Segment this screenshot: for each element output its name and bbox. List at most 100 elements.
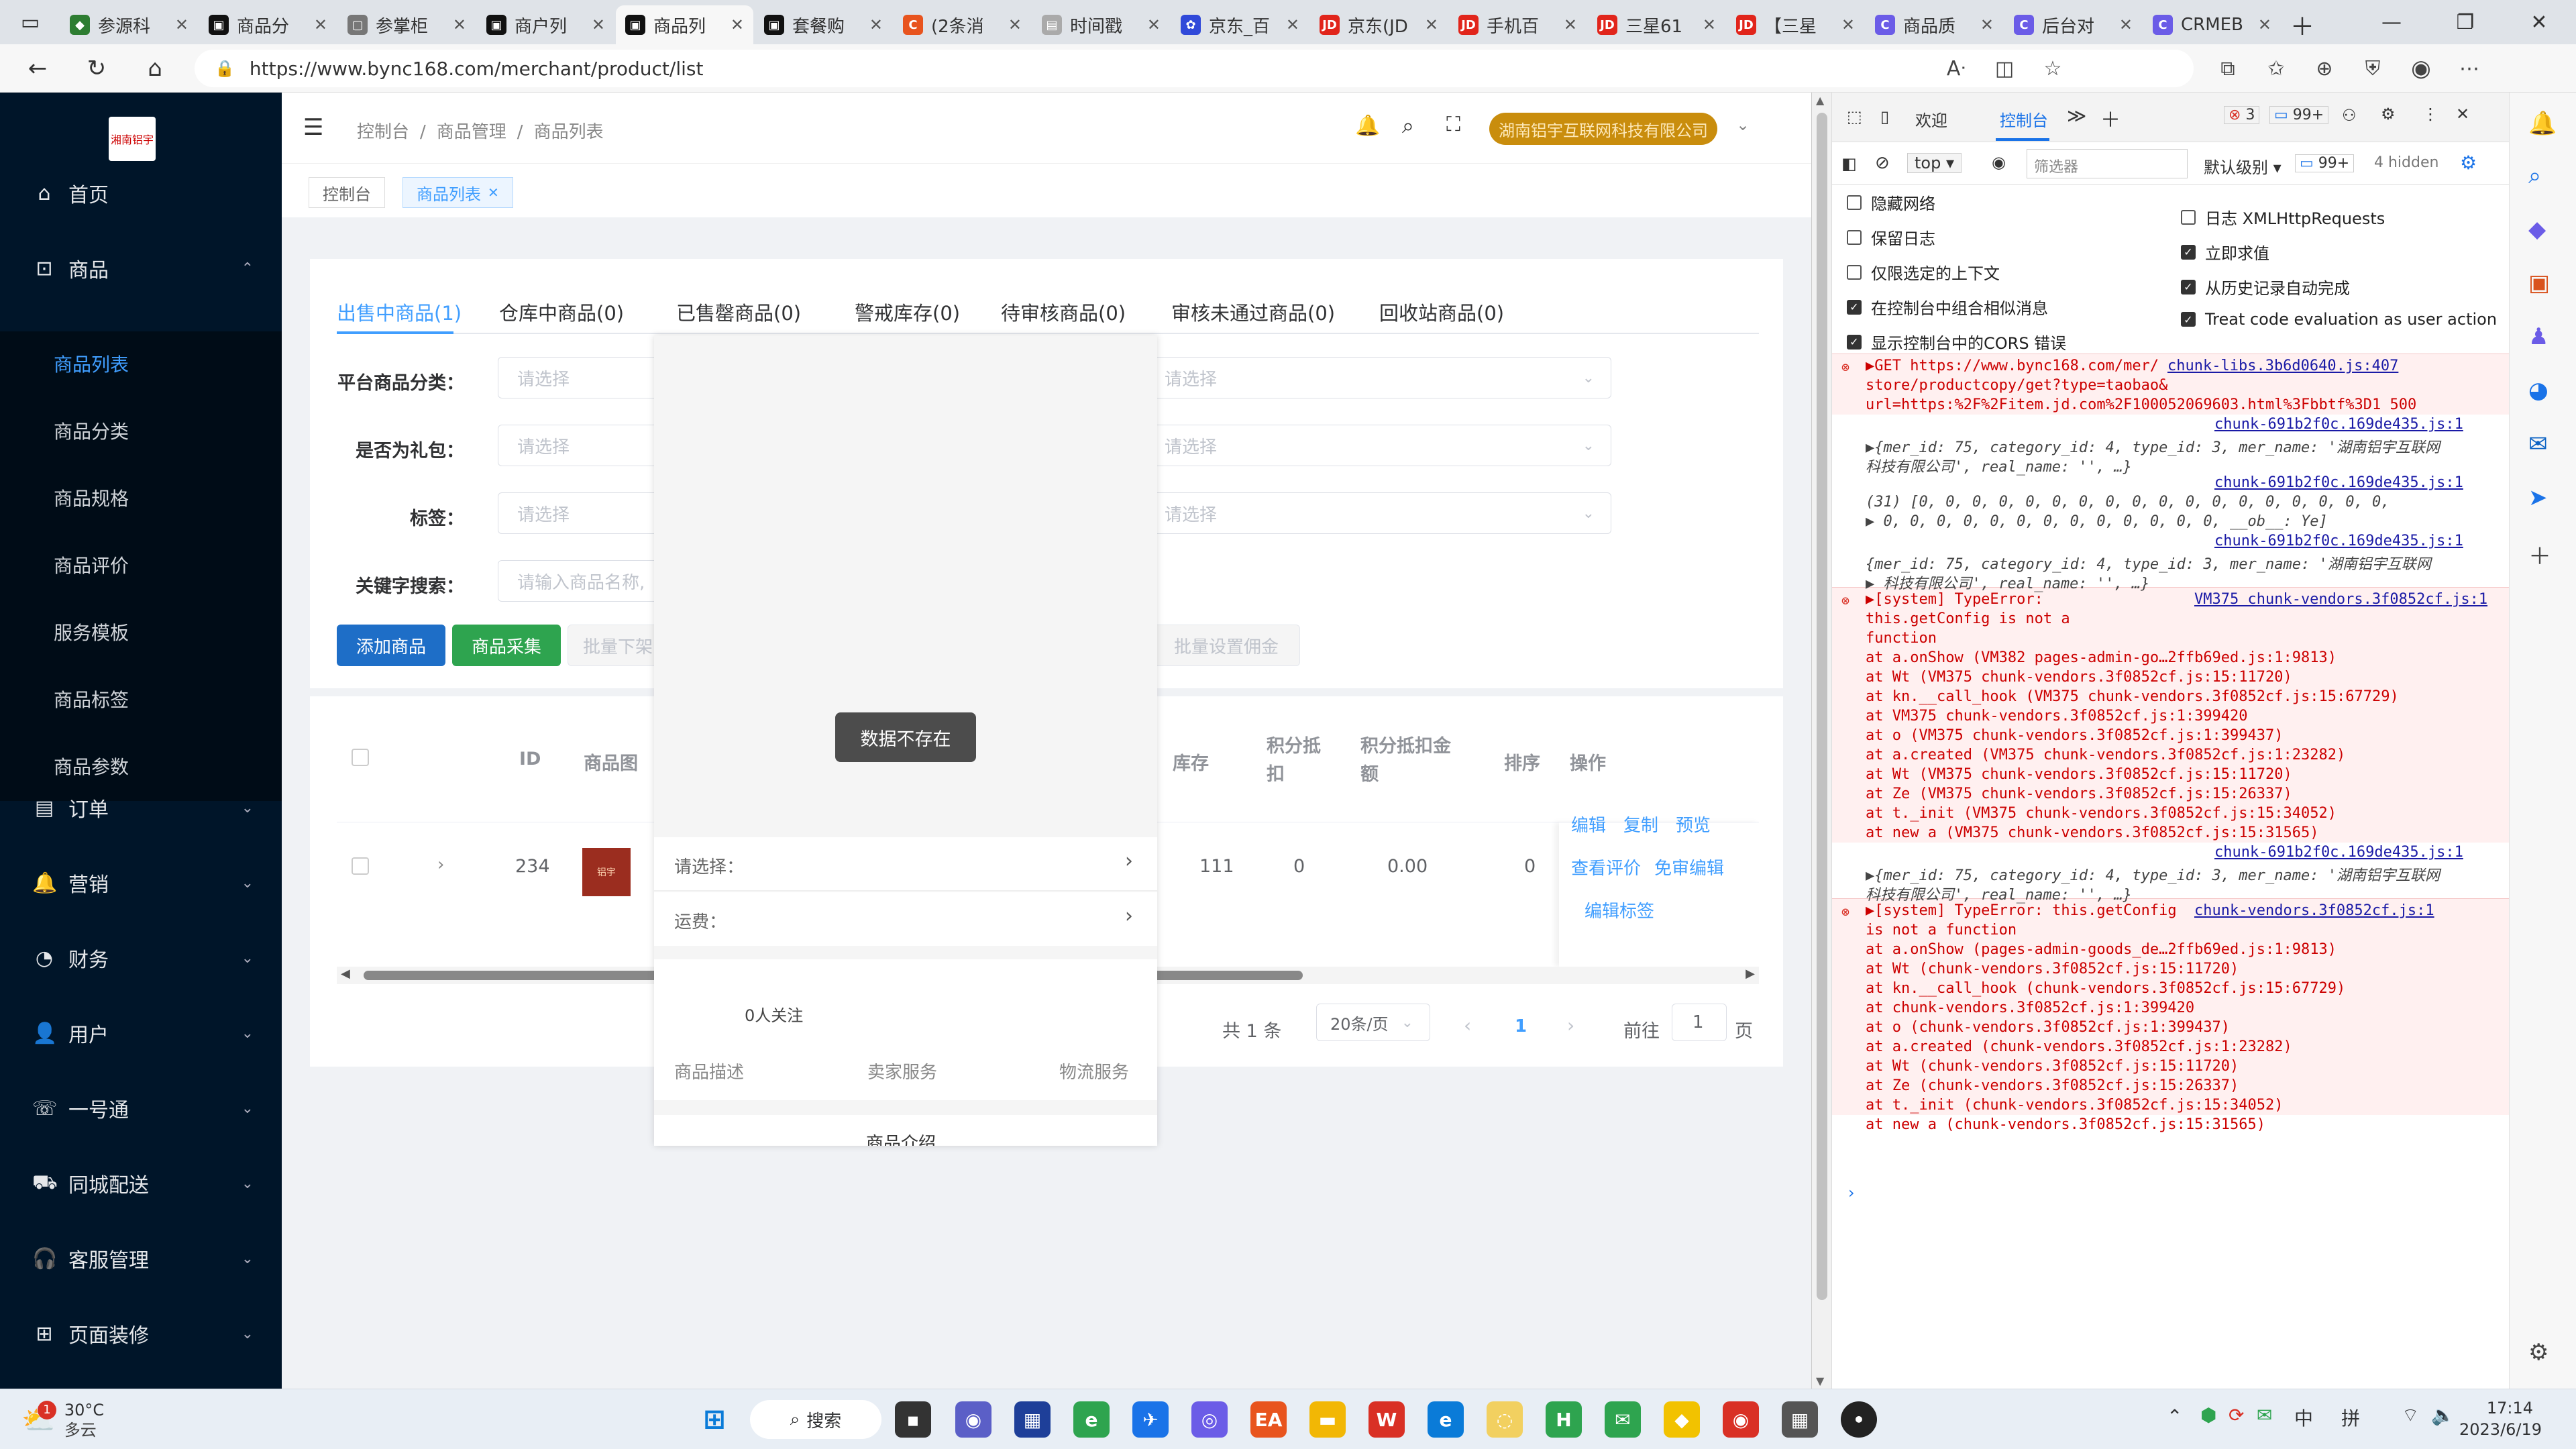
new-tab-icon[interactable]: ＋ — [2282, 5, 2322, 44]
clock[interactable]: 17:14 2023/6/19 — [2459, 1397, 2542, 1440]
product-tab[interactable]: 出售中商品(1) — [337, 298, 462, 326]
page-size-select[interactable]: 20条/页 ⌄ — [1316, 1004, 1430, 1041]
submenu-item[interactable]: 商品规格 — [54, 484, 129, 511]
close-tab-icon[interactable]: ✕ — [1425, 15, 1438, 34]
browser-tab[interactable]: JD 手机百 ✕ — [1449, 5, 1587, 44]
sidebar-item-user[interactable]: 👤 用户 ⌄ — [0, 1005, 282, 1061]
scrollbar-thumb[interactable] — [1817, 113, 1827, 1300]
favorite-star-icon[interactable]: ☆ — [2029, 51, 2077, 86]
checkbox[interactable] — [1847, 264, 1862, 280]
close-devtools-icon[interactable]: ✕ — [2456, 105, 2469, 123]
console-source-link[interactable]: chunk-libs.3b6d0640.js:407 — [2167, 358, 2399, 374]
tray-app-icon[interactable]: ⬢ — [2200, 1404, 2216, 1426]
product-thumbnail[interactable]: 铝宇 — [582, 848, 631, 896]
windows-start-icon[interactable]: ⊞ — [696, 1401, 733, 1438]
send-icon[interactable]: ➤ — [2528, 484, 2548, 511]
weather-widget[interactable]: ⛅ 1 30°C 多云 — [21, 1400, 104, 1440]
feishu-icon[interactable]: ✈ — [1132, 1401, 1169, 1438]
browser-tab[interactable]: JD 京东(JD ✕ — [1310, 5, 1448, 44]
taskbar-search[interactable]: ⌕ 搜索 — [750, 1400, 881, 1439]
collect-product-button[interactable]: 商品采集 — [452, 625, 561, 666]
ime-mode[interactable]: 拼 — [2341, 1404, 2360, 1431]
checkbox[interactable] — [1847, 195, 1862, 210]
console-setting-checkbox[interactable]: ✓ 从历史记录自动完成 — [2181, 275, 2350, 299]
platform-category-select[interactable]: 请选择 — [498, 357, 659, 398]
console-setting-checkbox[interactable]: ✓ 在控制台中组合相似消息 — [1847, 295, 2048, 319]
checkbox[interactable]: ✓ — [2181, 279, 2196, 294]
message-count-badge[interactable]: ▭ 99+ — [2269, 106, 2329, 124]
expand-row-icon[interactable]: › — [437, 855, 444, 875]
tray-sync-icon[interactable]: ⟳ — [2229, 1404, 2244, 1426]
company-badge[interactable]: 湖南铝宇互联网科技有限公司 — [1489, 113, 1717, 145]
sidebar-item-finance[interactable]: ◔ 财务 ⌄ — [0, 930, 282, 986]
prev-page-icon[interactable]: ‹ — [1464, 1014, 1471, 1036]
add-tab-icon[interactable]: ＋ — [2100, 103, 2121, 133]
toolbox-icon[interactable]: ▣ — [2528, 270, 2550, 297]
sidebar-item-product[interactable]: ⊡ 商品 ⌃ — [0, 240, 282, 297]
restore-icon[interactable]: ❐ — [2428, 0, 2502, 44]
checkbox[interactable]: ✓ — [2181, 312, 2196, 327]
hbuilder-icon[interactable]: H — [1546, 1401, 1582, 1438]
sidebar-item-customer-service[interactable]: 🎧 客服管理 ⌄ — [0, 1230, 282, 1287]
console-source-link[interactable]: chunk-691b2f0c.169de435.js:1 — [2214, 416, 2463, 433]
sidebar-item-delivery[interactable]: ⛟ 同城配送 ⌄ — [0, 1155, 282, 1212]
settings-gear-icon[interactable]: ⚙ — [2381, 105, 2396, 123]
console-source-link[interactable]: chunk-vendors.3f0852cf.js:1 — [2194, 902, 2434, 919]
folder-icon[interactable]: ▬ — [1309, 1401, 1346, 1438]
console-source-link[interactable]: VM375 chunk-vendors.3f0852cf.js:1 — [2194, 591, 2488, 608]
tab-logistics[interactable]: 物流服务 — [1059, 1059, 1129, 1083]
store-icon[interactable]: ▦ — [1014, 1401, 1051, 1438]
read-aloud-icon[interactable]: Aᐧ — [1932, 51, 1980, 86]
games-icon[interactable]: ♟ — [2528, 323, 2548, 350]
devtools-tab-welcome[interactable]: 欢迎 — [1915, 107, 1947, 131]
close-tab-icon[interactable]: ✕ — [453, 15, 466, 34]
chat-icon[interactable]: ◉ — [955, 1401, 991, 1438]
sidebar-toggle-icon[interactable]: ◧ — [1841, 154, 1857, 173]
browser-tab[interactable]: ✿ 京东_百 ✕ — [1171, 5, 1309, 44]
close-tab-icon[interactable]: ✕ — [1147, 15, 1161, 34]
product-tab[interactable]: 待审核商品(0) — [1001, 298, 1126, 326]
goto-page-input[interactable]: 1 — [1672, 1004, 1727, 1041]
wifi-icon[interactable]: ⌔ — [2402, 1404, 2419, 1428]
submenu-item[interactable]: 商品列表 — [54, 350, 129, 377]
close-tab-icon[interactable]: ✕ — [314, 15, 327, 34]
error-count-badge[interactable]: ⊗ 3 — [2224, 106, 2260, 124]
free-audit-edit-link[interactable]: 免审编辑 — [1654, 855, 1724, 879]
browser-tab[interactable]: C 商品质 ✕ — [1866, 5, 2003, 44]
bell-icon[interactable]: 🔔 — [2528, 110, 2557, 137]
tag-product-list[interactable]: 商品列表 ✕ — [402, 177, 513, 208]
tor-icon[interactable]: ◎ — [1191, 1401, 1228, 1438]
close-tag-icon[interactable]: ✕ — [488, 184, 499, 201]
edit-link[interactable]: 编辑 — [1571, 812, 1606, 837]
close-tab-icon[interactable]: ✕ — [1564, 15, 1577, 34]
chevron-down-icon[interactable]: ⌄ — [1736, 115, 1750, 134]
tab-seller-service[interactable]: 卖家服务 — [867, 1059, 937, 1083]
batch-commission-button[interactable]: 批量设置佣金 — [1152, 625, 1300, 666]
outlook-icon[interactable]: ✉ — [2528, 431, 2548, 458]
app-icon[interactable]: • — [1841, 1401, 1877, 1438]
close-tab-icon[interactable]: ✕ — [1008, 15, 1022, 34]
product-tab[interactable]: 仓库中商品(0) — [499, 298, 624, 326]
breadcrumb-item[interactable]: 商品管理 — [437, 122, 506, 142]
browser-tab[interactable]: ▤ 时间戳 ✕ — [1032, 5, 1170, 44]
console-setting-checkbox[interactable]: ✓ 立即求值 — [2181, 240, 2269, 264]
browser-tab[interactable]: ▣ 套餐购 ✕ — [755, 5, 892, 44]
settings-gear-icon[interactable]: ⚙ — [2528, 1339, 2548, 1366]
checkbox[interactable]: ✓ — [1847, 299, 1862, 315]
console-filter-input[interactable]: 筛选器 — [2027, 149, 2188, 178]
browser-tab[interactable]: ▣ 商品列 ✕ — [616, 5, 753, 44]
wps-icon[interactable]: W — [1368, 1401, 1405, 1438]
tray-wechat-icon[interactable]: ✉ — [2257, 1404, 2272, 1426]
close-tab-icon[interactable]: ✕ — [1841, 15, 1855, 34]
close-tab-icon[interactable]: ✕ — [592, 15, 605, 34]
log-level-select[interactable]: 默认级别 ▾ — [2204, 154, 2282, 178]
breadcrumb-item[interactable]: 商品列表 — [534, 122, 604, 142]
calculator-icon[interactable]: ▦ — [1782, 1401, 1818, 1438]
page-scrollbar[interactable]: ▲ ▼ — [1812, 93, 1832, 1389]
console-source-link[interactable]: chunk-691b2f0c.169de435.js:1 — [2214, 844, 2463, 861]
product-tab[interactable]: 审核未通过商品(0) — [1171, 298, 1335, 326]
console-settings-icon[interactable]: ⚙ — [2460, 152, 2477, 174]
breadcrumb-item[interactable]: 控制台 — [357, 122, 409, 142]
close-tab-icon[interactable]: ✕ — [2258, 15, 2271, 34]
favorites-icon[interactable]: ✩ — [2252, 51, 2300, 86]
